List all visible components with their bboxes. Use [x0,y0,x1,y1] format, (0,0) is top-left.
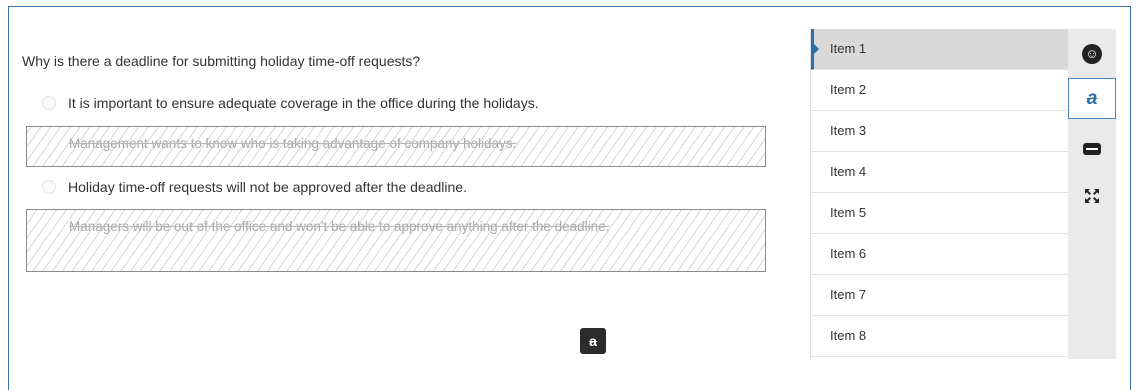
answer-option-label: Management wants to know who is taking a… [69,136,517,151]
item-nav-label: Item 1 [830,41,867,56]
answer-option-label: It is important to ensure adequate cover… [68,95,539,111]
answer-option-4-eliminated[interactable]: Managers will be out of the office and w… [26,209,766,272]
item-nav-7[interactable]: Item 7 [811,275,1069,316]
item-nav-label: Item 4 [830,164,867,179]
answer-option-2-eliminated[interactable]: Management wants to know who is taking a… [26,126,766,167]
item-nav-3[interactable]: Item 3 [811,111,1069,152]
item-nav-8[interactable]: Item 8 [811,316,1069,357]
expand-icon [1085,188,1099,203]
strikethrough-icon: a [1086,87,1098,109]
item-nav-5[interactable]: Item 5 [811,193,1069,234]
answer-option-3[interactable]: Holiday time-off requests will not be ap… [42,179,467,195]
item-nav-label: Item 5 [830,205,867,220]
answer-option-label: Managers will be out of the office and w… [69,219,610,234]
line-reader-icon [1083,142,1101,155]
question-text: Why is there a deadline for submitting h… [22,53,421,69]
line-reader-button[interactable] [1068,128,1116,169]
item-nav-label: Item 6 [830,246,867,261]
expand-button[interactable] [1068,175,1116,216]
item-nav-4[interactable]: Item 4 [811,152,1069,193]
accessibility-button[interactable]: ☺ [1068,33,1116,74]
radio-button[interactable] [42,180,56,194]
strikethrough-button[interactable]: a [1068,78,1116,119]
item-nav-label: Item 3 [830,123,867,138]
item-nav-1[interactable]: Item 1 [811,29,1069,70]
item-nav-6[interactable]: Item 6 [811,234,1069,275]
answer-option-1[interactable]: It is important to ensure adequate cover… [42,95,539,111]
answer-option-label: Holiday time-off requests will not be ap… [68,179,467,195]
item-nav-label: Item 8 [830,328,867,343]
strikethrough-tool-button[interactable]: a [580,328,606,354]
item-nav-2[interactable]: Item 2 [811,70,1069,111]
accessibility-icon: ☺ [1082,43,1102,64]
radio-button[interactable] [42,96,56,110]
item-navigation-list: Item 1 Item 2 Item 3 Item 4 Item 5 Item … [810,29,1069,359]
strikethrough-icon: a [589,333,597,349]
tools-sidebar: ☺ a [1068,29,1116,359]
item-nav-label: Item 2 [830,82,867,97]
item-nav-label: Item 7 [830,287,867,302]
